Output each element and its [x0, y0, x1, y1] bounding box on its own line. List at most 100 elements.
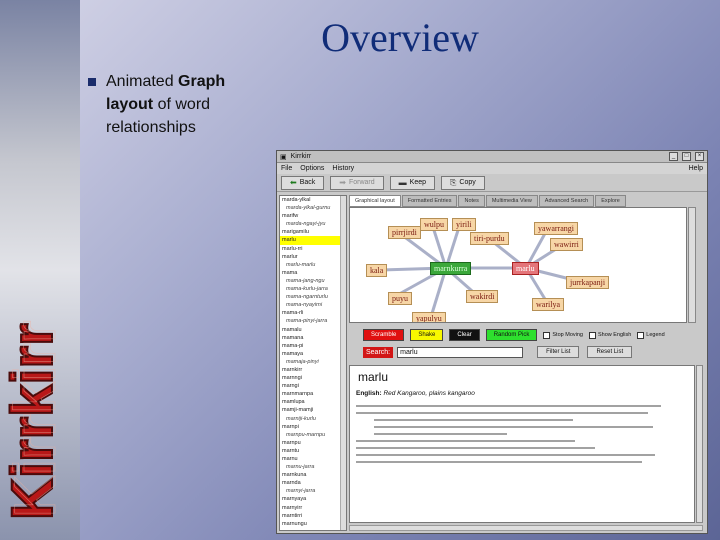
filter-list-button[interactable]: Filter List	[537, 346, 580, 358]
list-item[interactable]: marnkuna	[280, 471, 346, 479]
list-item[interactable]: marnyirr	[280, 504, 346, 512]
back-button[interactable]: ⬅ Back	[281, 175, 325, 190]
search-input[interactable]: marlu	[397, 346, 524, 358]
tab-explore[interactable]: Explore	[595, 195, 626, 207]
list-item[interactable]: mama-nyayirni	[280, 301, 346, 309]
search-label: Search:	[363, 346, 394, 358]
list-item[interactable]: marda-ylkal	[280, 196, 346, 204]
graph-node[interactable]: warilya	[532, 298, 564, 311]
wordlist-scrollbar[interactable]	[340, 196, 346, 530]
horizontal-scrollbar[interactable]	[349, 525, 703, 531]
list-item[interactable]: marnyaya	[280, 495, 346, 503]
graph-node[interactable]: wulpu	[420, 218, 448, 231]
list-item[interactable]: marntu	[280, 447, 346, 455]
list-item[interactable]: marlu-rri	[280, 245, 346, 253]
reset-list-button[interactable]: Reset List	[587, 346, 633, 358]
list-item[interactable]: marnkirr	[280, 366, 346, 374]
list-item[interactable]: mama-jang-ngu	[280, 277, 346, 285]
close-button[interactable]: ×	[695, 152, 704, 161]
list-item[interactable]: mamana	[280, 334, 346, 342]
tab-advanced-search[interactable]: Advanced Search	[538, 195, 595, 207]
tab-multimedia-view[interactable]: Multimedia View	[485, 195, 538, 207]
graph-node[interactable]: pirrjirdi	[388, 226, 421, 239]
entry-body-text	[356, 405, 688, 463]
headword-list[interactable]: marda-ylkal marda-ylkal-gurnu marifw marda-…	[279, 195, 347, 531]
legend-checkbox[interactable]: Legend	[637, 331, 665, 339]
list-item[interactable]: mamaja-pinyi	[280, 358, 346, 366]
list-item[interactable]: marnmarnpa	[280, 390, 346, 398]
list-item[interactable]: mama	[280, 269, 346, 277]
shake-button[interactable]: Shake	[410, 329, 444, 341]
word-graph[interactable]: pirrjirdi wulpu yirili tiri-purdu yawarr…	[349, 207, 687, 323]
tab-graphical-layout[interactable]: Graphical layout	[349, 195, 401, 207]
list-item[interactable]: mamaya	[280, 350, 346, 358]
main-panel: Graphical layout Formatted Entries Notes…	[349, 195, 705, 531]
graph-node[interactable]: jurrkapanji	[566, 276, 610, 289]
list-item[interactable]: marigamilu	[280, 228, 346, 236]
list-item[interactable]: marlur	[280, 253, 346, 261]
kirrkirr-app-window: ▣ Kirrkirr _ □ × File Options History He…	[276, 150, 708, 534]
list-item[interactable]: marnpu	[280, 439, 346, 447]
keep-button[interactable]: ▬ Keep	[389, 175, 436, 190]
list-item[interactable]: marnpu-marnpu	[280, 431, 346, 439]
list-item[interactable]: mama-ngarnturlu	[280, 293, 346, 301]
graph-node-center[interactable]: marnkurra	[430, 262, 472, 275]
graph-node[interactable]: puyu	[388, 292, 412, 305]
keep-icon: ▬	[398, 178, 407, 187]
show-english-checkbox[interactable]: Show English	[588, 331, 631, 339]
graph-node[interactable]: tiri-purdu	[470, 232, 509, 245]
graph-node[interactable]: kala	[366, 264, 388, 277]
list-item[interactable]: mama-pi	[280, 342, 346, 350]
list-item[interactable]: marnyi-jarra	[280, 487, 346, 495]
list-item[interactable]: marnu	[280, 455, 346, 463]
copy-button[interactable]: ⎘ Copy	[441, 175, 485, 190]
clear-button[interactable]: Clear	[449, 329, 480, 341]
search-row: Search: marlu Filter List Reset List	[363, 346, 699, 358]
list-item[interactable]: mama-kurlu-jarra	[280, 285, 346, 293]
list-item[interactable]: marda-ngayi-jyu	[280, 220, 346, 228]
list-item-selected[interactable]: marlu	[280, 236, 346, 245]
graph-node-focus[interactable]: marlu	[512, 262, 539, 275]
list-item[interactable]: marnungu	[280, 520, 346, 528]
list-item[interactable]: mama-rli	[280, 309, 346, 317]
entry-english: English: Red Kangaroo, plains kangaroo	[356, 390, 475, 397]
graph-node[interactable]: yirili	[452, 218, 476, 231]
random-pick-button[interactable]: Random Pick	[485, 329, 538, 341]
window-titlebar: ▣ Kirrkirr _ □ ×	[277, 151, 707, 163]
menu-help[interactable]: Help	[689, 165, 703, 172]
menu-history[interactable]: History	[332, 165, 354, 172]
list-item[interactable]: marifw	[280, 212, 346, 220]
graph-node[interactable]: wawirri	[550, 238, 583, 251]
list-item[interactable]: marnu-jarra	[280, 463, 346, 471]
list-item[interactable]: marniji-kurlu	[280, 415, 346, 423]
list-item[interactable]: mamlupa	[280, 398, 346, 406]
menu-file[interactable]: File	[281, 165, 292, 172]
stop-moving-checkbox[interactable]: Stop Moving	[543, 331, 583, 339]
tab-formatted-entries[interactable]: Formatted Entries	[401, 195, 458, 207]
menu-options[interactable]: Options	[300, 165, 324, 172]
list-item[interactable]: mamji-mamji	[280, 406, 346, 414]
list-item[interactable]: mama-pinyi-jarra	[280, 317, 346, 325]
list-item[interactable]: marlu-marlu	[280, 261, 346, 269]
entry-scrollbar[interactable]	[696, 365, 703, 523]
graph-node[interactable]: wakirdi	[466, 290, 499, 303]
list-item[interactable]: marda-ylkal-gurnu	[280, 204, 346, 212]
copy-icon: ⎘	[450, 177, 457, 187]
list-item[interactable]: mamalu	[280, 326, 346, 334]
maximize-button[interactable]: □	[682, 152, 691, 161]
forward-button[interactable]: ➡ Forward	[330, 175, 384, 190]
graph-node[interactable]: yawarrangi	[534, 222, 578, 235]
list-item[interactable]: marnpi	[280, 423, 346, 431]
list-item[interactable]: marnngi	[280, 374, 346, 382]
graph-scrollbar[interactable]	[688, 207, 696, 323]
bullet-point: Animated Graph layout of word relationsh…	[88, 70, 273, 139]
tab-notes[interactable]: Notes	[458, 195, 485, 207]
entry-headword: marlu	[358, 370, 389, 384]
scramble-button[interactable]: Scramble	[363, 329, 405, 341]
minimize-button[interactable]: _	[669, 152, 678, 161]
menu-bar: File Options History Help	[277, 163, 707, 174]
list-item[interactable]: marnda	[280, 479, 346, 487]
graph-node[interactable]: yapulyu	[412, 312, 446, 322]
list-item[interactable]: marngi	[280, 382, 346, 390]
list-item[interactable]: marntirri	[280, 512, 346, 520]
